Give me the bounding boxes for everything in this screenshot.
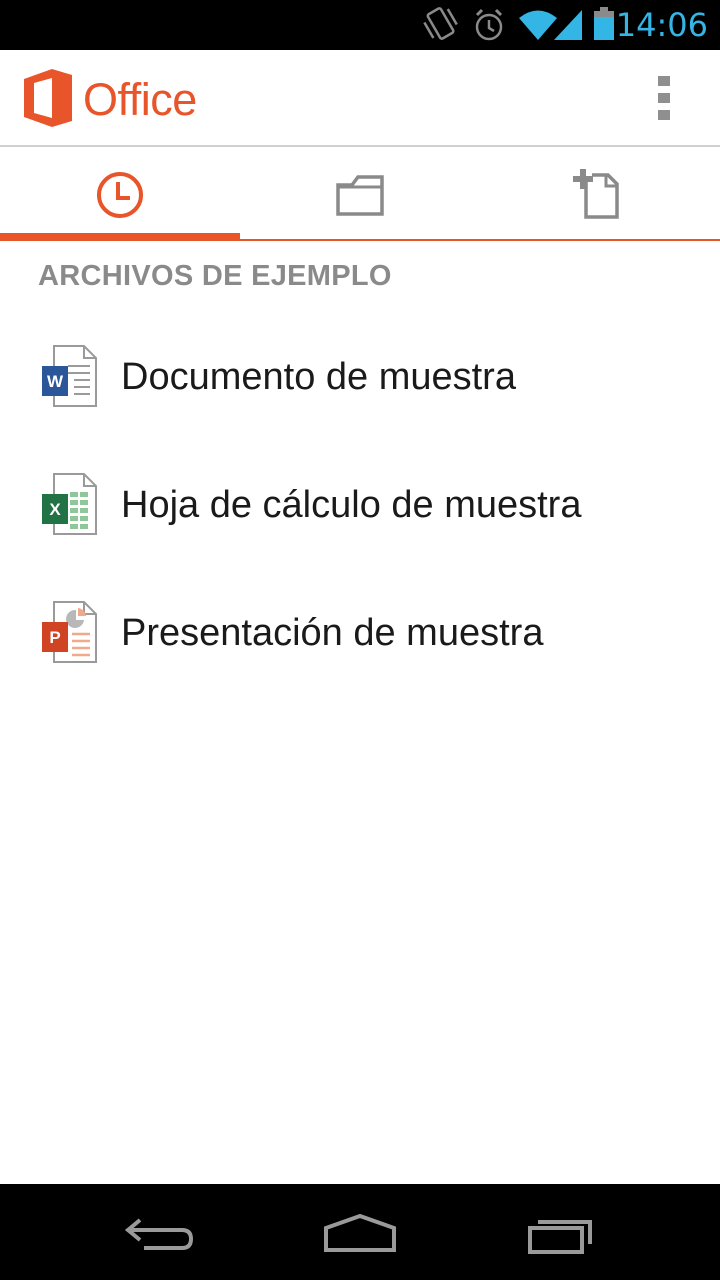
app-title: Office (83, 74, 197, 125)
tab-open[interactable] (240, 147, 480, 240)
file-label: Hoja de cálculo de muestra (121, 484, 582, 526)
status-time: 14:06 (615, 6, 708, 44)
svg-text:W: W (47, 372, 64, 391)
battery-icon (592, 0, 616, 55)
overflow-menu-icon[interactable] (644, 72, 684, 124)
svg-text:P: P (49, 628, 60, 647)
back-icon (124, 1218, 194, 1250)
file-item-document[interactable]: W Documento de muestra (0, 314, 720, 442)
new-document-icon (573, 169, 619, 219)
app-bar: Office (0, 50, 720, 147)
section-header: ARCHIVOS DE EJEMPLO (38, 260, 392, 292)
file-label: Presentación de muestra (121, 612, 544, 654)
recent-apps-button[interactable] (440, 1184, 680, 1280)
folder-icon (336, 175, 384, 216)
recent-apps-icon (528, 1220, 592, 1254)
powerpoint-file-icon: P (40, 600, 98, 669)
signal-icon (552, 0, 586, 55)
excel-file-icon: X (40, 472, 98, 541)
status-bar: 14:06 (0, 0, 720, 50)
tab-new[interactable] (480, 147, 720, 240)
file-item-spreadsheet[interactable]: X Hoja de cálculo de muestra (0, 442, 720, 570)
word-file-icon: W (40, 344, 98, 413)
tab-selected-indicator (0, 233, 240, 241)
home-icon (324, 1213, 396, 1252)
clock-icon (97, 172, 143, 218)
office-logo (22, 68, 74, 133)
alarm-icon (470, 0, 510, 55)
nav-bar (0, 1184, 720, 1280)
tab-bar (0, 147, 720, 240)
svg-text:X: X (49, 500, 61, 519)
tab-recent[interactable] (0, 147, 240, 240)
file-item-presentation[interactable]: P Presentación de muestra (0, 570, 720, 698)
file-label: Documento de muestra (121, 356, 516, 398)
vibrate-icon (420, 0, 464, 55)
